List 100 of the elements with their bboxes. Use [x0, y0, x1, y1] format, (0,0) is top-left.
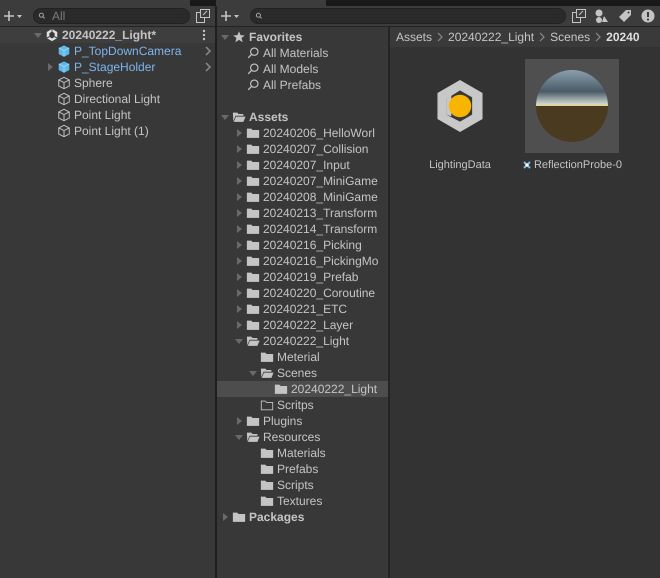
chevron-right-icon: [595, 32, 602, 42]
folder-icon: [246, 270, 260, 284]
collapsed-arrow-icon[interactable]: [234, 288, 244, 298]
tree-item[interactable]: Favorites: [217, 29, 388, 45]
tree-item[interactable]: Scritps: [217, 397, 388, 413]
expanded-arrow-icon[interactable]: [220, 112, 230, 122]
tree-item[interactable]: 20240219_Prefab: [217, 269, 388, 285]
folder-icon: [246, 254, 260, 268]
hierarchy-item[interactable]: P_StageHolder: [30, 59, 215, 75]
folder-icon: [246, 414, 260, 428]
cube-icon: [57, 60, 71, 74]
collapsed-arrow-icon[interactable]: [234, 224, 244, 234]
tree-item[interactable]: 20240222_Light: [217, 381, 388, 397]
search-field[interactable]: All: [33, 8, 190, 24]
folder-icon: [246, 126, 260, 140]
tree-item[interactable]: Packages: [217, 509, 388, 525]
cube-icon: [57, 76, 71, 90]
tree-item[interactable]: 20240207_Collision: [217, 141, 388, 157]
tree-item[interactable]: Prefabs: [217, 461, 388, 477]
scene-row[interactable]: 20240222_Light*: [0, 27, 215, 43]
collapsed-arrow-icon[interactable]: [234, 416, 244, 426]
scene-title: 20240222_Light*: [62, 28, 158, 42]
cube-icon: [57, 124, 71, 138]
hierarchy-item[interactable]: P_TopDownCamera: [30, 43, 215, 59]
hierarchy-item[interactable]: Point Light (1): [30, 123, 215, 139]
tree-item[interactable]: 20240216_Picking: [217, 237, 388, 253]
expanded-arrow-icon[interactable]: [220, 32, 230, 42]
asset-name[interactable]: LightingData: [429, 159, 491, 171]
star-icon: [232, 30, 246, 44]
tree-item[interactable]: 20240208_MiniGame: [217, 189, 388, 205]
expanded-arrow-icon[interactable]: [33, 30, 43, 40]
tree-item[interactable]: 20240207_Input: [217, 157, 388, 173]
hierarchy-item[interactable]: Point Light: [30, 107, 215, 123]
tree-item[interactable]: All Models: [217, 61, 388, 77]
window-icon[interactable]: [193, 8, 213, 24]
more-icon[interactable]: [202, 29, 206, 41]
collapsed-arrow-icon[interactable]: [220, 512, 230, 522]
tree-item[interactable]: Textures: [217, 493, 388, 509]
chevron-right-icon[interactable]: [204, 45, 212, 57]
tree-item[interactable]: 20240213_Transform: [217, 205, 388, 221]
breadcrumb-item[interactable]: Scenes: [550, 30, 590, 44]
folder-icon: [260, 494, 274, 508]
tree-item[interactable]: 20240207_MiniGame: [217, 173, 388, 189]
asset-name[interactable]: ReflectionProbe-0: [534, 159, 622, 171]
folder-icon: [246, 142, 260, 156]
cube-icon: [57, 44, 71, 58]
expanded-arrow-icon[interactable]: [234, 432, 244, 442]
collapsed-arrow-icon[interactable]: [45, 62, 55, 72]
chevron-right-icon: [539, 32, 546, 42]
folder-icon: [246, 318, 260, 332]
chevron-right-icon[interactable]: [204, 61, 212, 73]
collapsed-arrow-icon[interactable]: [234, 320, 244, 330]
open-folder-icon: [232, 110, 246, 124]
folder-icon: [260, 350, 274, 364]
breadcrumb-item[interactable]: 20240: [606, 30, 640, 44]
collapsed-arrow-icon[interactable]: [234, 144, 244, 154]
breadcrumb-item[interactable]: 20240222_Light: [448, 30, 534, 44]
tree-item[interactable]: Plugins: [217, 413, 388, 429]
folder-icon: [246, 222, 260, 236]
open-folder-icon: [246, 334, 260, 348]
collapsed-arrow-icon[interactable]: [234, 272, 244, 282]
tree-item[interactable]: Materials: [217, 445, 388, 461]
reflection-probe-thumbnail[interactable]: [525, 59, 619, 153]
collapsed-arrow-icon[interactable]: [234, 192, 244, 202]
folder-icon: [260, 446, 274, 460]
breadcrumb-item[interactable]: Assets: [396, 30, 432, 44]
window-icon[interactable]: [569, 8, 589, 24]
tree-item[interactable]: 20240221_ETC: [217, 301, 388, 317]
tree-item[interactable]: Meterial: [217, 349, 388, 365]
tree-item[interactable]: 20240214_Transform: [217, 221, 388, 237]
hierarchy-item[interactable]: Directional Light: [30, 91, 215, 107]
collapsed-arrow-icon[interactable]: [234, 256, 244, 266]
collapsed-arrow-icon[interactable]: [234, 128, 244, 138]
folder-icon: [274, 382, 288, 396]
search-field[interactable]: [250, 8, 566, 24]
tree-item[interactable]: 20240222_Light: [217, 333, 388, 349]
tree-item[interactable]: All Materials: [217, 45, 388, 61]
tree-item[interactable]: Assets: [217, 109, 388, 125]
tree-item[interactable]: All Prefabs: [217, 77, 388, 93]
tree-item[interactable]: 20240206_HelloWorl: [217, 125, 388, 141]
tree-item[interactable]: Scenes: [217, 365, 388, 381]
collapsed-arrow-icon[interactable]: [234, 240, 244, 250]
tree-item[interactable]: 20240220_Coroutine: [217, 285, 388, 301]
hierarchy-item[interactable]: Sphere: [30, 75, 215, 91]
tree-item[interactable]: 20240216_PickingMo: [217, 253, 388, 269]
tree-item[interactable]: Resources: [217, 429, 388, 445]
tree-item[interactable]: 20240222_Layer: [217, 317, 388, 333]
search-icon: [246, 46, 260, 60]
collapsed-arrow-icon[interactable]: [234, 160, 244, 170]
expanded-arrow-icon[interactable]: [234, 336, 244, 346]
folder-icon: [232, 510, 246, 524]
expanded-arrow-icon[interactable]: [248, 368, 258, 378]
open-folder-icon: [260, 366, 274, 380]
collapsed-arrow-icon[interactable]: [234, 208, 244, 218]
collapsed-arrow-icon[interactable]: [234, 176, 244, 186]
folder-icon: [246, 158, 260, 172]
collapsed-arrow-icon[interactable]: [234, 304, 244, 314]
folder-icon: [246, 286, 260, 300]
tree-item[interactable]: Scripts: [217, 477, 388, 493]
folder-icon: [246, 238, 260, 252]
